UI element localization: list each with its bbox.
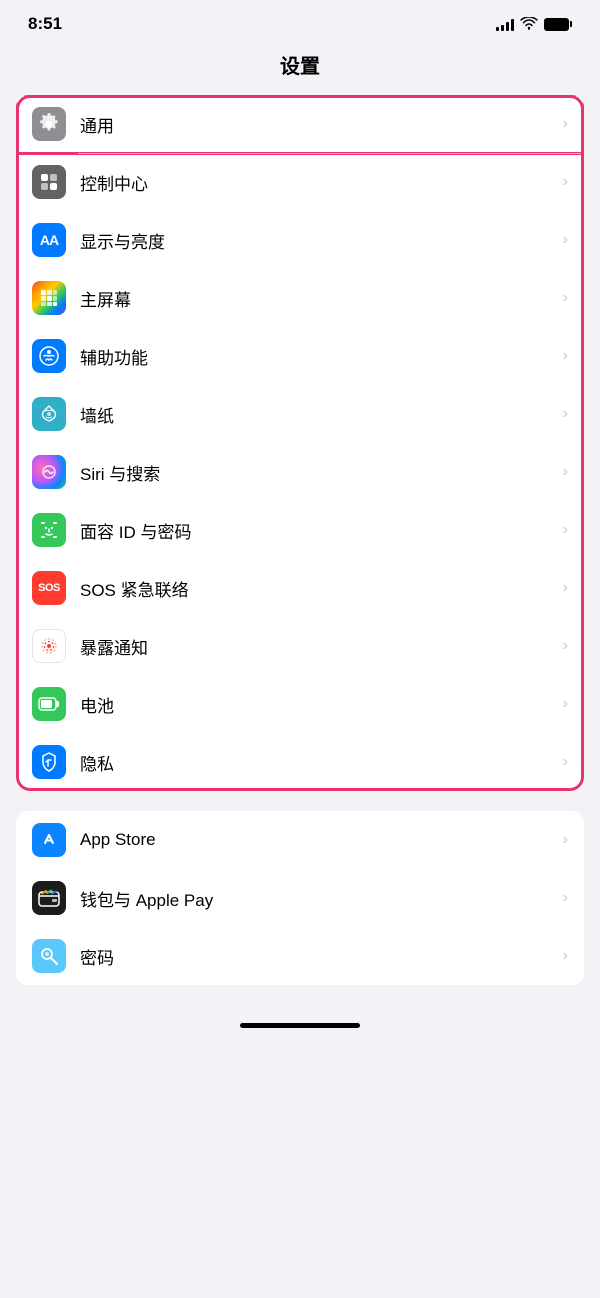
control-center-chevron: ›	[563, 173, 568, 191]
privacy-label: 隐私	[80, 750, 563, 775]
settings-item-wallpaper[interactable]: 墙纸 ›	[16, 385, 584, 443]
wallpaper-chevron: ›	[563, 405, 568, 423]
exposure-label: 暴露通知	[80, 634, 563, 659]
control-center-icon	[32, 165, 66, 199]
wallet-icon	[32, 881, 66, 915]
sos-icon: SOS	[32, 571, 66, 605]
appstore-chevron: ›	[563, 831, 568, 849]
appstore-label: App Store	[80, 830, 563, 850]
settings-item-passwords[interactable]: 密码 ›	[16, 927, 584, 985]
home-screen-icon	[32, 281, 66, 315]
appstore-icon	[32, 823, 66, 857]
settings-item-privacy[interactable]: 隐私 ›	[16, 733, 584, 791]
battery-chevron: ›	[563, 695, 568, 713]
accessibility-icon	[32, 339, 66, 373]
exposure-chevron: ›	[563, 637, 568, 655]
settings-item-general[interactable]: 通用 ›	[16, 95, 584, 153]
accessibility-label: 辅助功能	[80, 344, 563, 369]
accessibility-chevron: ›	[563, 347, 568, 365]
status-icons	[496, 17, 572, 31]
siri-label: Siri 与搜索	[80, 460, 563, 485]
settings-item-control-center[interactable]: 控制中心 ›	[16, 153, 584, 211]
settings-item-exposure[interactable]: 暴露通知 ›	[16, 617, 584, 675]
settings-group-2: App Store › 钱包与 Apple Pay ›	[16, 811, 584, 985]
faceid-icon	[32, 513, 66, 547]
settings-item-faceid[interactable]: 面容 ID 与密码 ›	[16, 501, 584, 559]
general-icon	[32, 107, 66, 141]
settings-item-wallet[interactable]: 钱包与 Apple Pay ›	[16, 869, 584, 927]
privacy-icon	[32, 745, 66, 779]
general-label: 通用	[80, 112, 563, 137]
home-screen-label: 主屏幕	[80, 286, 563, 311]
settings-group-1: 通用 › 控制中心 › AA 显示与亮度 ›	[16, 95, 584, 791]
faceid-label: 面容 ID 与密码	[80, 518, 563, 543]
wallpaper-label: 墙纸	[80, 402, 563, 427]
wallet-label: 钱包与 Apple Pay	[80, 886, 563, 911]
passwords-icon	[32, 939, 66, 973]
status-bar: 8:51	[0, 0, 600, 42]
exposure-icon	[32, 629, 66, 663]
home-screen-chevron: ›	[563, 289, 568, 307]
siri-icon	[32, 455, 66, 489]
passwords-chevron: ›	[563, 947, 568, 965]
page-title: 设置	[280, 56, 320, 78]
settings-item-siri[interactable]: Siri 与搜索 ›	[16, 443, 584, 501]
settings-item-appstore[interactable]: App Store ›	[16, 811, 584, 869]
wifi-icon	[520, 17, 538, 31]
settings-item-home-screen[interactable]: 主屏幕 ›	[16, 269, 584, 327]
faceid-chevron: ›	[563, 521, 568, 539]
wallpaper-icon	[32, 397, 66, 431]
privacy-chevron: ›	[563, 753, 568, 771]
wallet-chevron: ›	[563, 889, 568, 907]
home-indicator	[240, 1023, 360, 1028]
battery-label: 电池	[80, 692, 563, 717]
settings-item-sos[interactable]: SOS SOS 紧急联络 ›	[16, 559, 584, 617]
status-time: 8:51	[28, 14, 62, 34]
passwords-label: 密码	[80, 944, 563, 969]
display-label: 显示与亮度	[80, 228, 563, 253]
control-center-label: 控制中心	[80, 170, 563, 195]
page-title-bar: 设置	[0, 42, 600, 91]
battery-item-icon	[32, 687, 66, 721]
display-icon: AA	[32, 223, 66, 257]
signal-icon	[496, 17, 514, 31]
settings-item-accessibility[interactable]: 辅助功能 ›	[16, 327, 584, 385]
sos-chevron: ›	[563, 579, 568, 597]
siri-chevron: ›	[563, 463, 568, 481]
battery-icon	[544, 18, 572, 31]
sos-label: SOS 紧急联络	[80, 576, 563, 601]
settings-item-battery[interactable]: 电池 ›	[16, 675, 584, 733]
general-chevron: ›	[563, 115, 568, 133]
home-indicator-area	[0, 1005, 600, 1048]
display-chevron: ›	[563, 231, 568, 249]
settings-item-display[interactable]: AA 显示与亮度 ›	[16, 211, 584, 269]
